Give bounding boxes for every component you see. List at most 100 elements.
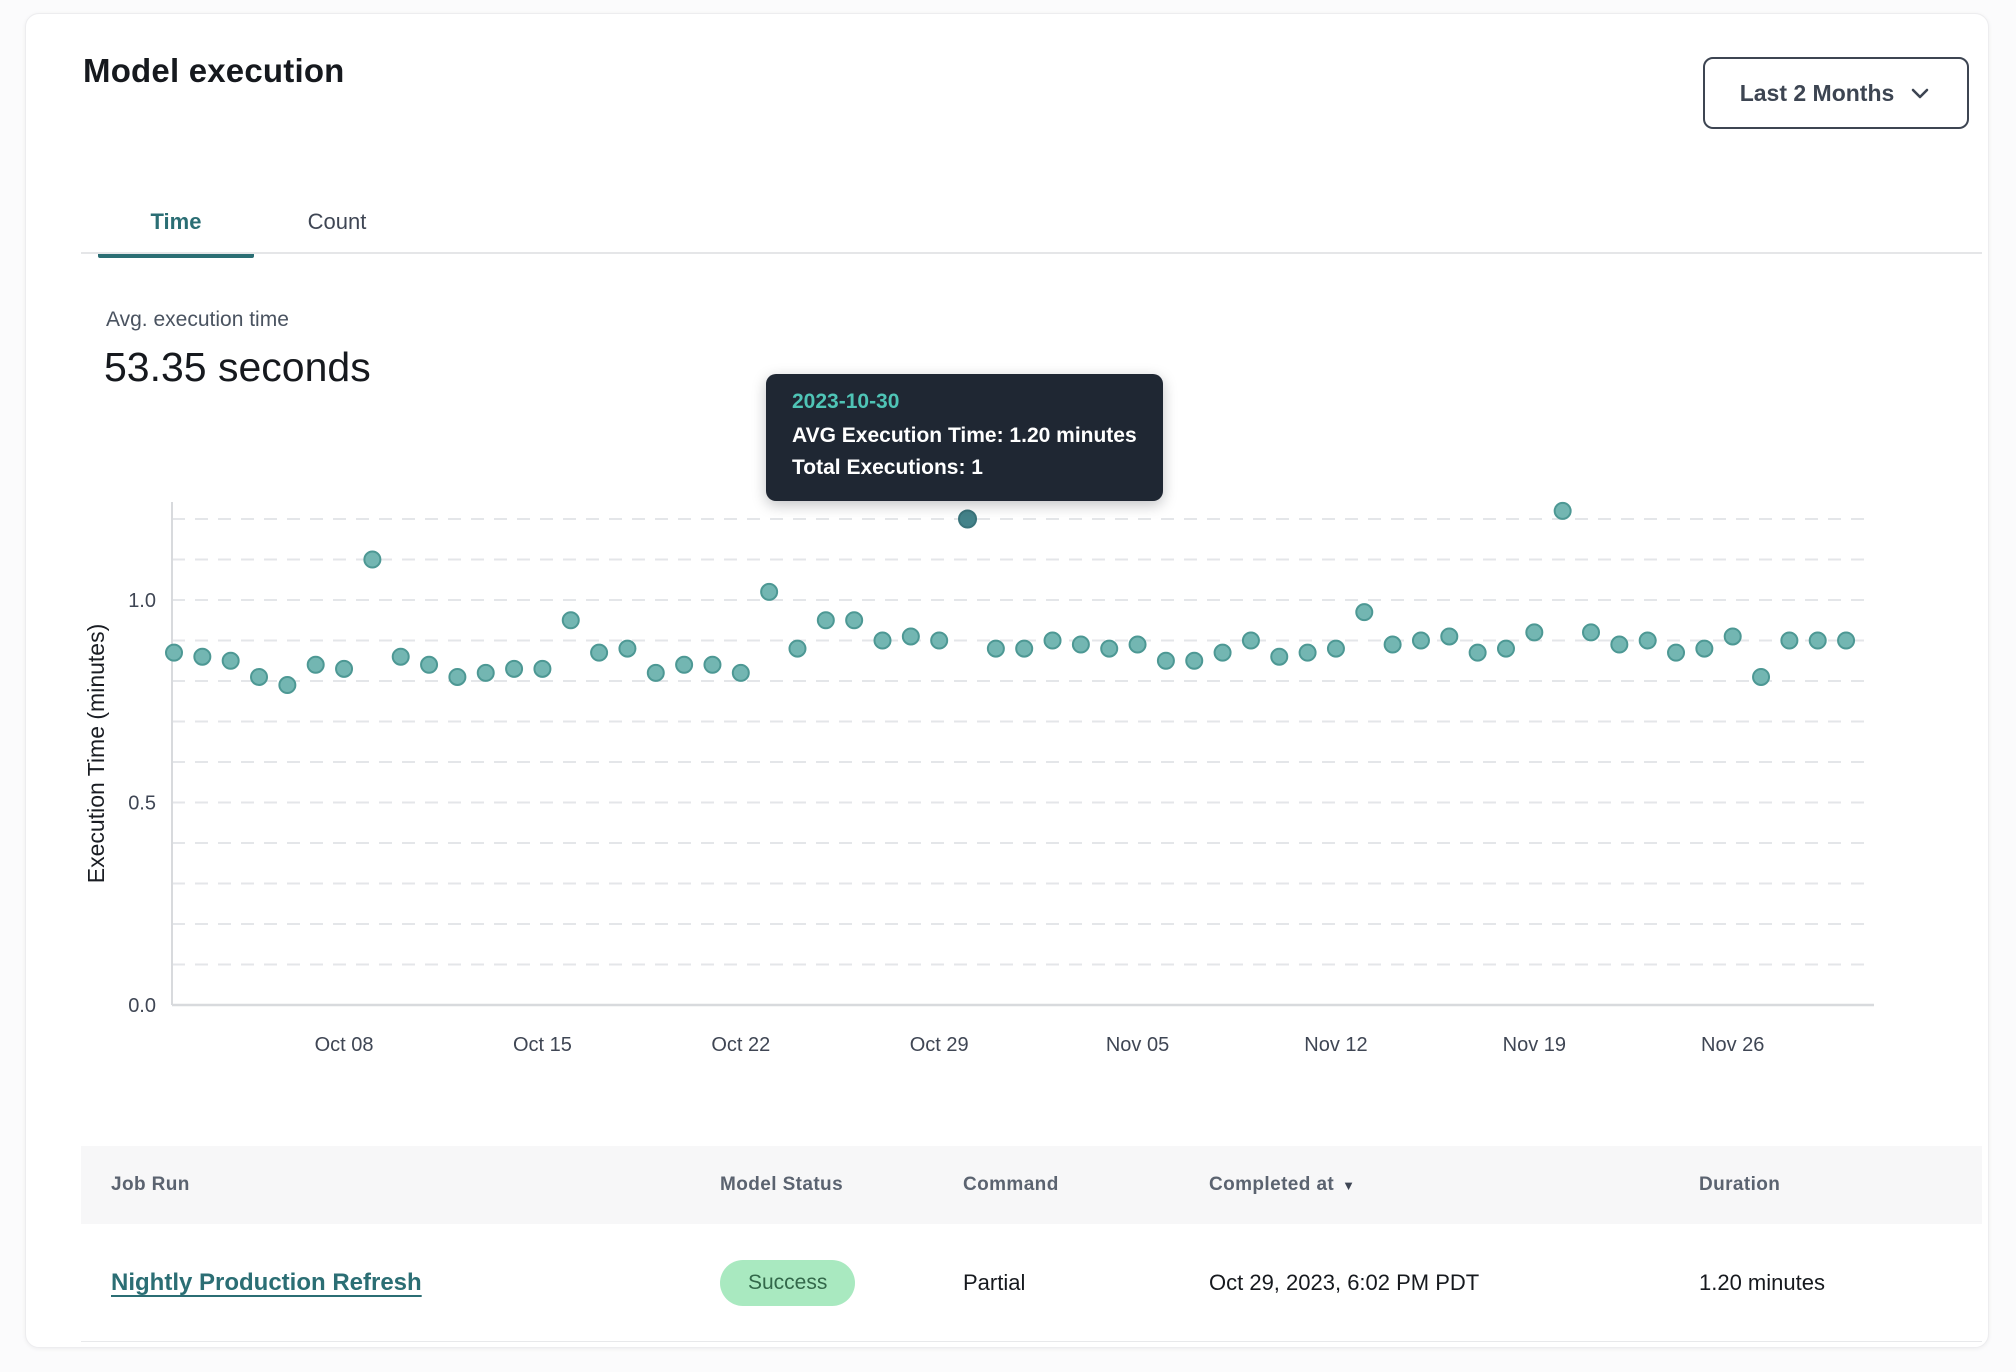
data-point[interactable] — [251, 669, 267, 685]
column-header-completed-at[interactable]: Completed at ▼ — [1209, 1146, 1355, 1224]
data-point[interactable] — [1101, 641, 1117, 657]
data-point[interactable] — [648, 665, 664, 681]
data-point[interactable] — [591, 645, 607, 661]
sort-descending-icon: ▼ — [1342, 1178, 1355, 1193]
execution-time-scatter-chart[interactable]: 0.00.51.0Oct 08Oct 15Oct 22Oct 29Nov 05N… — [26, 454, 2016, 1094]
data-point[interactable] — [1668, 645, 1684, 661]
tab-count[interactable]: Count — [276, 192, 398, 252]
data-point[interactable] — [308, 657, 324, 673]
data-point[interactable] — [931, 633, 947, 649]
highlighted-data-point[interactable] — [959, 511, 976, 528]
x-axis-tick-label: Nov 19 — [1503, 1034, 1566, 1056]
data-point[interactable] — [1045, 633, 1061, 649]
data-point[interactable] — [1413, 633, 1429, 649]
y-axis-tick-label: 0.0 — [128, 995, 156, 1017]
table-header-row: Job Run Model Status Command Completed a… — [81, 1146, 1982, 1224]
data-point[interactable] — [1555, 503, 1571, 519]
data-point[interactable] — [166, 645, 182, 661]
avg-execution-time-value: 53.35 seconds — [104, 344, 371, 391]
status-badge: Success — [720, 1260, 855, 1306]
x-axis-tick-label: Oct 29 — [910, 1034, 969, 1056]
data-point[interactable] — [733, 665, 749, 681]
data-point[interactable] — [988, 641, 1004, 657]
column-header-model-status[interactable]: Model Status — [720, 1146, 843, 1224]
data-point[interactable] — [1753, 669, 1769, 685]
date-range-dropdown[interactable]: Last 2 Months — [1703, 57, 1969, 129]
completed-at-cell: Oct 29, 2023, 6:02 PM PDT — [1209, 1224, 1479, 1342]
column-header-command[interactable]: Command — [963, 1146, 1059, 1224]
tooltip-total-executions: Total Executions: 1 — [792, 452, 1137, 484]
data-point[interactable] — [1385, 637, 1401, 653]
data-point[interactable] — [393, 649, 409, 665]
x-axis-tick-label: Oct 08 — [315, 1034, 374, 1056]
data-point[interactable] — [1696, 641, 1712, 657]
page: Model execution Last 2 Months Time Count… — [0, 0, 2016, 1372]
data-point[interactable] — [1498, 641, 1514, 657]
y-axis-tick-label: 0.5 — [128, 793, 156, 815]
model-status-cell: Success — [720, 1224, 855, 1342]
data-point[interactable] — [1073, 637, 1089, 653]
model-execution-card: Model execution Last 2 Months Time Count… — [25, 13, 1989, 1348]
data-point[interactable] — [1470, 645, 1486, 661]
avg-execution-time-label: Avg. execution time — [106, 308, 289, 332]
data-point[interactable] — [1130, 637, 1146, 653]
command-cell: Partial — [963, 1224, 1025, 1342]
data-point[interactable] — [1441, 628, 1457, 644]
tab-time[interactable]: Time — [98, 192, 254, 252]
data-point[interactable] — [1243, 633, 1259, 649]
data-point[interactable] — [1328, 641, 1344, 657]
chart-tooltip: 2023-10-30 AVG Execution Time: 1.20 minu… — [766, 374, 1163, 501]
data-point[interactable] — [1356, 604, 1372, 620]
column-header-duration[interactable]: Duration — [1699, 1146, 1780, 1224]
data-point[interactable] — [1526, 624, 1542, 640]
data-point[interactable] — [1810, 633, 1826, 649]
data-point[interactable] — [846, 612, 862, 628]
duration-cell: 1.20 minutes — [1699, 1224, 1825, 1342]
x-axis-tick-label: Oct 22 — [711, 1034, 770, 1056]
page-title: Model execution — [83, 52, 345, 90]
x-axis-tick-label: Nov 05 — [1106, 1034, 1169, 1056]
data-point[interactable] — [761, 584, 777, 600]
tab-divider — [81, 252, 1982, 254]
data-point[interactable] — [563, 612, 579, 628]
column-header-job-run[interactable]: Job Run — [111, 1146, 190, 1224]
data-point[interactable] — [1781, 633, 1797, 649]
data-point[interactable] — [364, 552, 380, 568]
data-point[interactable] — [1186, 653, 1202, 669]
job-run-link[interactable]: Nightly Production Refresh — [111, 1269, 422, 1297]
job-run-cell: Nightly Production Refresh — [111, 1224, 422, 1342]
y-axis-title: Execution Time (minutes) — [83, 624, 109, 883]
data-point[interactable] — [478, 665, 494, 681]
table-row: Nightly Production Refresh Success Parti… — [81, 1224, 1982, 1342]
data-point[interactable] — [1016, 641, 1032, 657]
data-point[interactable] — [676, 657, 692, 673]
x-axis-tick-label: Oct 15 — [513, 1034, 572, 1056]
data-point[interactable] — [449, 669, 465, 685]
data-point[interactable] — [1838, 633, 1854, 649]
data-point[interactable] — [1215, 645, 1231, 661]
data-point[interactable] — [336, 661, 352, 677]
tab-count-label: Count — [308, 209, 367, 235]
data-point[interactable] — [1611, 637, 1627, 653]
tooltip-date: 2023-10-30 — [792, 390, 1137, 414]
data-point[interactable] — [1725, 628, 1741, 644]
data-point[interactable] — [903, 628, 919, 644]
data-point[interactable] — [619, 641, 635, 657]
data-point[interactable] — [875, 633, 891, 649]
data-point[interactable] — [421, 657, 437, 673]
data-point[interactable] — [223, 653, 239, 669]
data-point[interactable] — [704, 657, 720, 673]
data-point[interactable] — [818, 612, 834, 628]
data-point[interactable] — [534, 661, 550, 677]
data-point[interactable] — [789, 641, 805, 657]
data-point[interactable] — [1640, 633, 1656, 649]
chevron-down-icon — [1908, 81, 1932, 105]
data-point[interactable] — [1271, 649, 1287, 665]
data-point[interactable] — [194, 649, 210, 665]
data-point[interactable] — [1158, 653, 1174, 669]
data-point[interactable] — [506, 661, 522, 677]
data-point[interactable] — [1583, 624, 1599, 640]
data-point[interactable] — [279, 677, 295, 693]
tooltip-avg-execution-time: AVG Execution Time: 1.20 minutes — [792, 420, 1137, 452]
data-point[interactable] — [1300, 645, 1316, 661]
